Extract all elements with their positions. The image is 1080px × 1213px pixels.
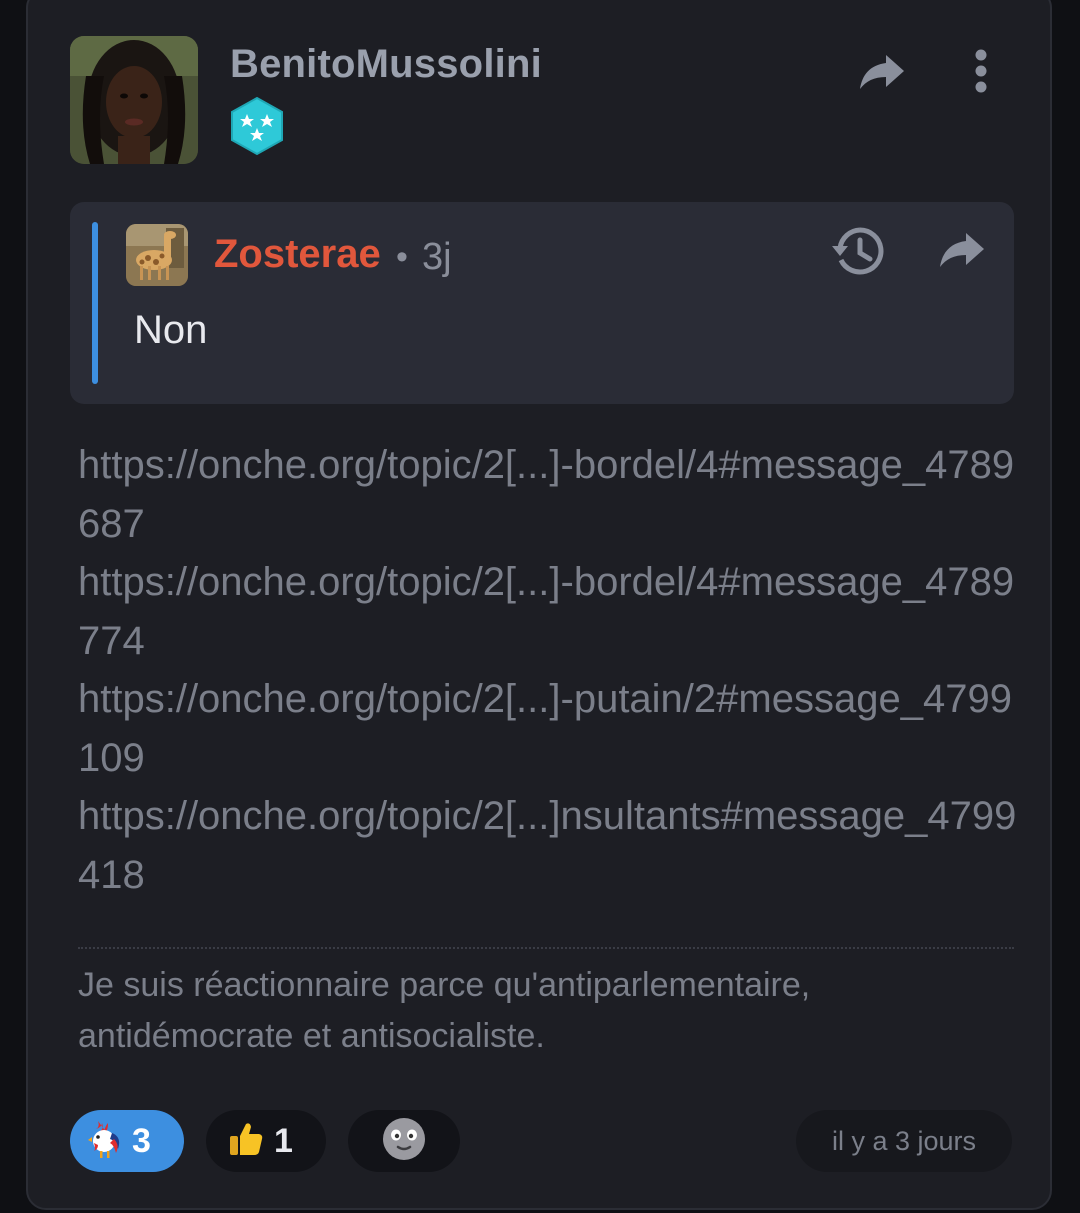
quoted-message: Zosterae • 3j Non <box>70 202 1014 404</box>
hexagon-stars-badge-icon <box>228 96 286 156</box>
post-card: BenitoMussolini Zosterae • 3j Non https:… <box>26 0 1052 1210</box>
share-icon[interactable] <box>934 226 990 274</box>
message-link[interactable]: https://onche.org/topic/2[...]-bordel/4#… <box>78 436 1028 553</box>
message-link[interactable]: https://onche.org/topic/2[...]nsultants#… <box>78 787 1028 904</box>
reaction-thumbs-up-button[interactable]: 1 <box>206 1110 326 1172</box>
thumbs-up-emoji-icon <box>228 1121 264 1162</box>
user-signature: Je suis réactionnaire parce qu'antiparle… <box>78 966 811 1055</box>
author-avatar[interactable] <box>70 36 198 164</box>
signature-divider <box>78 947 1014 949</box>
rooster-emoji-icon <box>88 1119 122 1164</box>
quote-author-name[interactable]: Zosterae <box>214 232 381 277</box>
history-icon[interactable] <box>828 222 886 280</box>
post-timestamp: il y a 3 jours <box>796 1110 1012 1172</box>
quote-accent-bar <box>92 222 98 384</box>
author-name[interactable]: BenitoMussolini <box>230 42 542 87</box>
reaction-count: 3 <box>132 1121 151 1160</box>
quote-separator: • <box>396 238 408 276</box>
message-body: https://onche.org/topic/2[...]-bordel/4#… <box>78 436 1028 904</box>
more-options-icon[interactable] <box>966 42 996 100</box>
add-reaction-button[interactable] <box>348 1110 460 1172</box>
message-link[interactable]: https://onche.org/topic/2[...]-putain/2#… <box>78 670 1028 787</box>
quote-author-avatar[interactable] <box>126 224 188 286</box>
message-link[interactable]: https://onche.org/topic/2[...]-bordel/4#… <box>78 553 1028 670</box>
share-icon[interactable] <box>854 48 910 96</box>
add-reaction-emoji-icon <box>381 1116 427 1167</box>
reaction-rooster-button[interactable]: 3 <box>70 1110 184 1172</box>
reaction-count: 1 <box>274 1121 293 1160</box>
quote-text: Non <box>134 308 208 352</box>
quote-time: 3j <box>422 236 452 278</box>
